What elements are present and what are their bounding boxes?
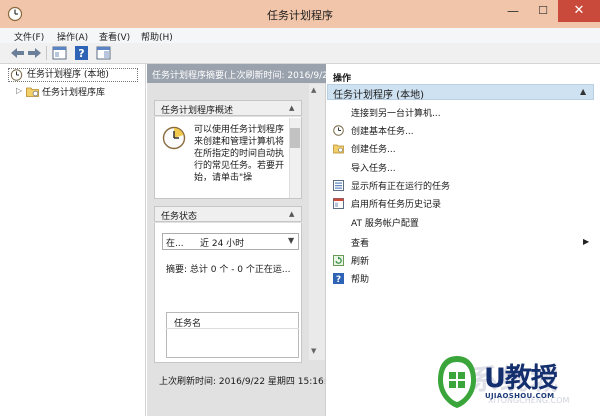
clock-icon bbox=[10, 69, 23, 81]
action-help[interactable]: 帮助 bbox=[351, 272, 369, 285]
create-task-icon bbox=[333, 144, 344, 154]
summary-scrollbar[interactable] bbox=[309, 84, 325, 360]
time-range-prefix: 在... bbox=[166, 239, 184, 249]
action-enable-history[interactable]: 启用所有任务历史记录 bbox=[351, 197, 441, 210]
help-icon[interactable]: ? bbox=[74, 46, 89, 60]
minimize-button[interactable]: — bbox=[498, 0, 528, 22]
overview-scroll-thumb[interactable] bbox=[290, 128, 300, 148]
overview-title: 任务计划程序概述 bbox=[161, 106, 234, 116]
calendar-wizard-icon bbox=[333, 125, 344, 136]
folder-icon bbox=[26, 87, 39, 97]
action-show-running-tasks[interactable]: 显示所有正在运行的任务 bbox=[351, 179, 450, 192]
collapse-up-icon[interactable]: ▲ bbox=[289, 104, 294, 112]
table-header-divider bbox=[166, 328, 299, 329]
console-tree-pane bbox=[0, 64, 146, 416]
action-at-service-config[interactable]: AT 服务帐户配置 bbox=[351, 216, 419, 229]
logo-text: U教授 bbox=[484, 363, 558, 394]
last-refresh-time: 上次刷新时间: 2016/9/22 星期四 15:16: bbox=[159, 377, 325, 387]
action-connect-computer[interactable]: 连接到另一台计算机... bbox=[351, 106, 441, 119]
running-tasks-icon bbox=[333, 180, 344, 191]
submenu-arrow-icon[interactable]: ▶ bbox=[583, 237, 589, 246]
console-tree-icon[interactable] bbox=[52, 46, 67, 60]
summary-header: 任务计划程序摘要(上次刷新时间: 2016/9/2 bbox=[147, 64, 326, 83]
task-status-section-header[interactable]: 任务状态 ▲ bbox=[154, 206, 302, 222]
overview-section-header[interactable]: 任务计划程序概述 ▲ bbox=[154, 100, 302, 116]
collapse-up-icon[interactable]: ▲ bbox=[580, 87, 586, 96]
menu-action[interactable]: 操作(A) bbox=[57, 30, 88, 43]
svg-text:?: ? bbox=[78, 47, 84, 60]
overview-description: 可以使用任务计划程序来创建和管理计算机将在所指定的时间自动执行的常见任务。若要开… bbox=[194, 125, 285, 183]
forward-arrow-icon[interactable] bbox=[27, 46, 42, 60]
menu-help[interactable]: 帮助(H) bbox=[141, 30, 173, 43]
scroll-up-icon[interactable]: ▲ bbox=[311, 86, 316, 94]
action-view-menu[interactable]: 查看 bbox=[351, 236, 369, 249]
chevron-down-icon[interactable]: ▼ bbox=[288, 236, 294, 245]
back-arrow-icon[interactable] bbox=[10, 46, 25, 60]
svg-text:?: ? bbox=[336, 275, 341, 284]
action-create-basic-task[interactable]: 创建基本任务... bbox=[351, 124, 414, 137]
action-import-task[interactable]: 导入任务... bbox=[351, 161, 396, 174]
action-refresh[interactable]: 刷新 bbox=[351, 254, 369, 267]
logo-url: UJIAOSHOU.COM bbox=[485, 392, 555, 400]
task-summary: 摘要: 总计 0 个 - 0 个正在运... bbox=[166, 265, 291, 275]
history-icon bbox=[333, 198, 344, 209]
collapse-up-icon[interactable]: ▲ bbox=[289, 210, 294, 218]
actions-section-label: 任务计划程序 (本地) bbox=[333, 90, 424, 101]
action-create-task[interactable]: 创建任务... bbox=[351, 142, 396, 155]
task-status-title: 任务状态 bbox=[161, 212, 198, 222]
toolbar-separator bbox=[46, 46, 47, 60]
menu-view[interactable]: 查看(V) bbox=[99, 30, 130, 43]
tree-item-task-library[interactable]: 任务计划程序库 bbox=[42, 85, 105, 99]
actions-title: 操作 bbox=[333, 74, 352, 84]
expand-arrow-icon[interactable]: ▷ bbox=[16, 86, 22, 95]
maximize-button[interactable]: ☐ bbox=[528, 0, 558, 22]
logo-badge-icon bbox=[438, 356, 476, 408]
clock-icon bbox=[162, 126, 186, 150]
refresh-icon bbox=[333, 255, 344, 266]
menu-file[interactable]: 文件(F) bbox=[14, 30, 44, 43]
action-pane-icon[interactable] bbox=[96, 46, 111, 60]
help-icon: ? bbox=[333, 273, 344, 284]
menu-bar bbox=[0, 28, 600, 43]
time-range-value[interactable]: 近 24 小时 bbox=[200, 236, 244, 249]
close-button[interactable]: ✕ bbox=[558, 0, 600, 22]
toolbar bbox=[0, 43, 600, 64]
tree-item-task-scheduler-local[interactable]: 任务计划程序 (本地) bbox=[8, 68, 138, 82]
scroll-down-icon[interactable]: ▼ bbox=[311, 347, 316, 355]
